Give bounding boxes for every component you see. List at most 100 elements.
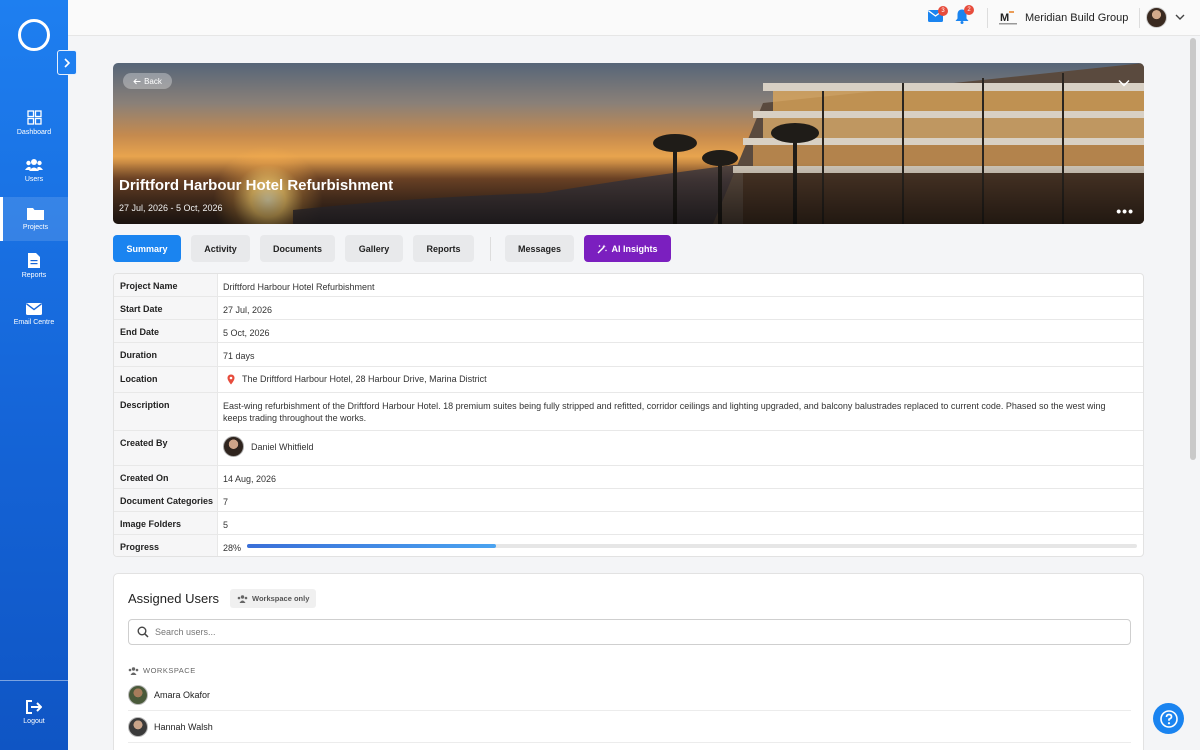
logout-icon <box>26 699 42 714</box>
sidebar-item-dashboard[interactable]: Dashboard <box>0 101 68 145</box>
table-row: Description East-wing refurbishment of t… <box>114 393 1143 431</box>
tab-gallery[interactable]: Gallery <box>345 235 403 262</box>
sidebar-item-reports[interactable]: Reports <box>0 244 68 288</box>
progress-cell: 28% <box>218 535 1143 556</box>
document-categories-value: 7 <box>223 497 229 507</box>
start-date-value: 27 Jul, 2026 <box>223 305 273 315</box>
logout-button[interactable]: Logout <box>0 690 68 734</box>
created-by-cell: Daniel Whitfield <box>218 431 1143 465</box>
sidebar-toggle-button[interactable] <box>57 50 77 75</box>
logout-label: Logout <box>23 717 45 725</box>
arrow-left-icon <box>133 78 141 84</box>
row-label: Description <box>114 393 218 430</box>
chevron-down-icon[interactable] <box>1175 13 1185 21</box>
sidebar-item-label: Email Centre <box>13 318 55 326</box>
collapse-hero-icon[interactable] <box>1118 79 1130 87</box>
table-row: Project Name Driftford Harbour Hotel Ref… <box>114 274 1143 297</box>
image-folders-value: 5 <box>223 520 229 530</box>
tab-ai-insights[interactable]: AI Insights <box>584 235 671 262</box>
table-row: Duration 71 days <box>114 343 1143 367</box>
messages-button[interactable]: 3 <box>928 6 948 25</box>
tab-documents[interactable]: Documents <box>260 235 335 262</box>
tabs-divider <box>490 237 491 261</box>
tab-ai-insights-label: AI Insights <box>611 243 658 254</box>
assigned-users-panel: Assigned Users Workspace only WORKSPACE … <box>113 573 1144 750</box>
table-row: Created On 14 Aug, 2026 <box>114 466 1143 489</box>
table-row: End Date 5 Oct, 2026 <box>114 320 1143 343</box>
topbar-divider <box>1139 8 1140 28</box>
sidebar-item-label: Projects <box>22 224 49 231</box>
progress-bar-fill <box>247 544 497 548</box>
dashboard-icon <box>26 110 42 125</box>
folder-icon <box>27 208 44 220</box>
assigned-users-title: Assigned Users <box>128 591 220 606</box>
topbar-divider <box>987 8 988 28</box>
created-by-value: Daniel Whitfield <box>251 441 314 452</box>
notifications-button[interactable]: 2 <box>955 5 974 27</box>
users-icon <box>25 158 43 171</box>
tab-reports[interactable]: Reports <box>413 235 474 262</box>
created-on-value: 14 Aug, 2026 <box>223 474 277 484</box>
tab-messages[interactable]: Messages <box>505 235 574 262</box>
row-label: Start Date <box>114 297 218 319</box>
table-row: Progress 28% <box>114 535 1143 556</box>
user-name: Amara Okafor <box>154 689 211 700</box>
question-icon <box>1159 709 1178 728</box>
table-row: Image Folders 5 <box>114 512 1143 535</box>
progress-bar <box>247 544 1137 548</box>
row-label: Created On <box>114 466 218 488</box>
tab-activity[interactable]: Activity <box>191 235 250 262</box>
help-button[interactable] <box>1153 703 1184 734</box>
avatar <box>128 716 148 737</box>
avatar <box>223 436 244 457</box>
users-icon <box>237 594 248 603</box>
end-date-value: 5 Oct, 2026 <box>223 328 270 338</box>
sidebar-item-label: Dashboard <box>16 129 52 136</box>
app-logo[interactable] <box>18 19 50 51</box>
company-switcher[interactable]: Meridian Build Group <box>1025 12 1128 24</box>
page-scrollbar[interactable] <box>1190 38 1196 460</box>
project-hero-banner: Back Driftford Harbour Hotel Refurbishme… <box>113 63 1144 224</box>
row-label: Duration <box>114 343 218 366</box>
more-options-button[interactable]: ••• <box>1116 203 1134 219</box>
location-value: The Driftford Harbour Hotel, 28 Harbour … <box>242 374 487 384</box>
description-value: East-wing refurbishment of the Driftford… <box>223 401 1106 423</box>
users-icon <box>128 666 139 675</box>
chevron-right-icon <box>64 57 71 68</box>
tab-summary[interactable]: Summary <box>113 235 181 262</box>
list-item[interactable]: Hannah Walsh <box>128 711 1131 743</box>
location-pin-icon <box>227 374 235 384</box>
project-title: Driftford Harbour Hotel Refurbishment <box>119 177 394 194</box>
project-name-value: Driftford Harbour Hotel Refurbishment <box>223 282 375 292</box>
user-avatar[interactable] <box>1146 7 1167 28</box>
sidebar-divider <box>0 680 68 681</box>
row-label: Image Folders <box>114 512 218 534</box>
avatar <box>128 684 148 705</box>
magic-wand-icon <box>597 244 608 253</box>
sidebar-item-projects[interactable]: Projects <box>0 197 68 241</box>
table-row: Document Categories 7 <box>114 489 1143 512</box>
mail-count-badge: 3 <box>938 6 948 16</box>
table-row: Start Date 27 Jul, 2026 <box>114 297 1143 320</box>
workspace-group-text: WORKSPACE <box>143 666 196 675</box>
project-date-range: 27 Jul, 2026 - 5 Oct, 2026 <box>119 203 223 213</box>
workspace-group-label: WORKSPACE <box>128 666 196 675</box>
location-cell: The Driftford Harbour Hotel, 28 Harbour … <box>218 367 1143 392</box>
notification-count-badge: 2 <box>964 5 974 15</box>
search-users-field[interactable] <box>128 619 1131 645</box>
search-users-input[interactable] <box>155 627 1055 637</box>
back-button[interactable]: Back <box>123 73 172 89</box>
workspace-only-label: Workspace only <box>252 594 310 603</box>
list-item[interactable]: Amara Okafor <box>128 679 1131 711</box>
sidebar-item-users[interactable]: Users <box>0 148 68 192</box>
progress-percent: 28% <box>223 543 242 553</box>
company-logo-letter: M <box>1000 12 1009 24</box>
workspace-only-badge: Workspace only <box>230 589 317 608</box>
sidebar-item-label: Users <box>24 175 44 183</box>
row-label: Created By <box>114 431 218 465</box>
row-label: Progress <box>114 535 218 556</box>
sidebar-item-email-centre[interactable]: Email Centre <box>0 292 68 336</box>
report-icon <box>28 253 40 268</box>
row-label: Location <box>114 367 218 392</box>
sidebar-item-label: Reports <box>21 272 47 279</box>
